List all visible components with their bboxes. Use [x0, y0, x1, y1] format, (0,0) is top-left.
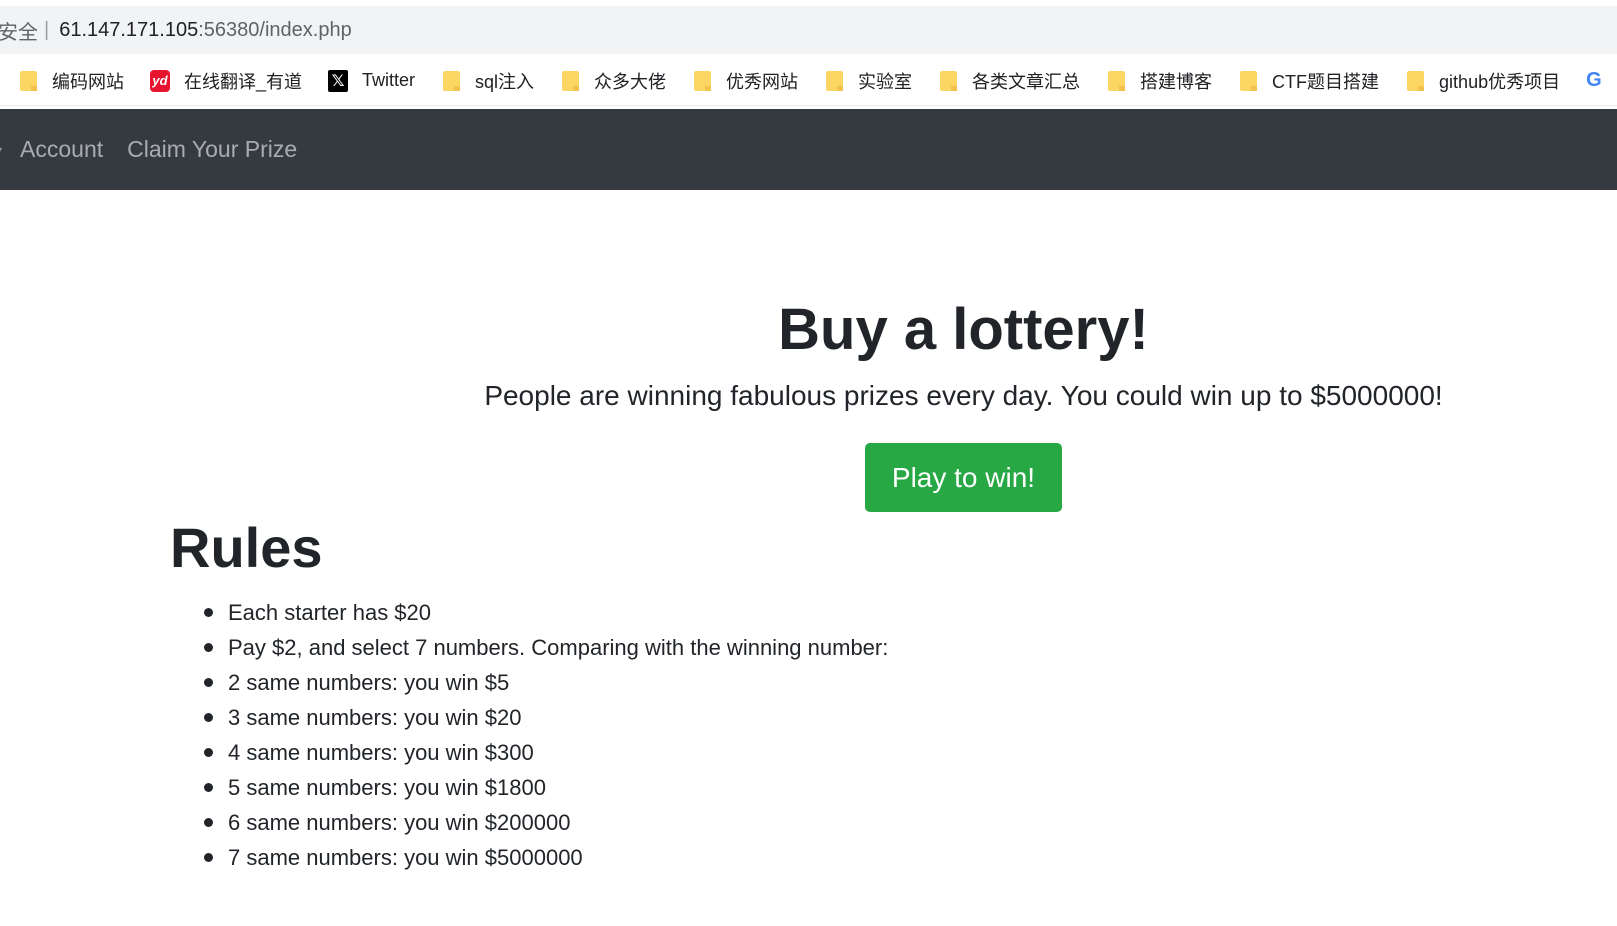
- bookmark-link[interactable]: yd 在线翻译_有道: [150, 65, 302, 97]
- bookmark-folder[interactable]: sql注入: [441, 65, 534, 97]
- google-icon: G: [1586, 69, 1602, 91]
- bookmark-folder[interactable]: 搭建博客: [1106, 65, 1212, 97]
- security-label[interactable]: 安全: [0, 16, 38, 45]
- address-separator: |: [44, 18, 50, 41]
- bookmark-label: Twitter: [362, 70, 416, 90]
- list-item: 7 same numbers: you win $5000000: [203, 840, 888, 875]
- rules-list: Each starter has $20 Pay $2, and select …: [203, 595, 888, 875]
- bookmark-label: 在线翻译_有道: [184, 71, 303, 92]
- folder-icon: [560, 70, 580, 91]
- bookmark-folder[interactable]: 编码网站: [18, 65, 124, 97]
- list-item: 3 same numbers: you win $20: [203, 700, 888, 735]
- folder-icon: [18, 70, 38, 91]
- bookmark-label: CTF题目搭建: [1272, 71, 1380, 92]
- page-title: Buy a lottery!: [778, 297, 1149, 362]
- bookmark-link[interactable]: 𝕏 Twitter: [328, 65, 415, 97]
- play-to-win-button[interactable]: Play to win!: [865, 443, 1062, 512]
- youdao-icon: yd: [150, 69, 170, 92]
- x-icon: 𝕏: [328, 69, 349, 92]
- bookmark-folder[interactable]: CTF题目搭建: [1238, 65, 1379, 97]
- nav-claim-prize[interactable]: Claim Your Prize: [127, 136, 297, 163]
- bookmark-label: 编码网站: [52, 71, 124, 92]
- hero-lead-text: People are winning fabulous prizes every…: [484, 380, 1443, 411]
- url-host[interactable]: 61.147.171.105: [59, 19, 198, 42]
- site-navbar: ▾ Account Claim Your Prize: [0, 109, 1617, 190]
- bookmark-label: 搭建博客: [1140, 71, 1213, 92]
- folder-icon: [824, 70, 844, 91]
- nav-account[interactable]: Account: [20, 136, 103, 163]
- list-item: Pay $2, and select 7 numbers. Comparing …: [203, 630, 888, 665]
- bookmark-label: sql注入: [475, 71, 535, 92]
- folder-icon: [441, 70, 461, 91]
- rules-heading: Rules: [170, 516, 323, 579]
- bookmarks-bar: 编码网站 yd 在线翻译_有道 𝕏 Twitter sql注入 众多大佬 优秀网…: [0, 56, 1617, 106]
- folder-icon: [1238, 70, 1258, 91]
- url-path[interactable]: :56380/index.php: [198, 19, 351, 42]
- bookmark-folder[interactable]: github优秀项目: [1405, 65, 1560, 97]
- folder-icon: [1106, 70, 1126, 91]
- bookmark-link[interactable]: G: [1586, 65, 1602, 97]
- list-item: 4 same numbers: you win $300: [203, 735, 888, 770]
- list-item: Each starter has $20: [203, 595, 888, 630]
- list-item: 2 same numbers: you win $5: [203, 665, 888, 700]
- folder-icon: [692, 70, 712, 91]
- bookmark-folder[interactable]: 众多大佬: [560, 65, 666, 97]
- caret-icon: ▾: [0, 143, 2, 157]
- bookmark-folder[interactable]: 各类文章汇总: [938, 65, 1080, 97]
- bookmark-folder[interactable]: 优秀网站: [692, 65, 798, 97]
- bookmark-label: github优秀项目: [1439, 71, 1561, 92]
- folder-icon: [1405, 70, 1425, 91]
- list-item: 5 same numbers: you win $1800: [203, 770, 888, 805]
- bookmark-label: 实验室: [858, 71, 913, 92]
- bookmark-label: 众多大佬: [594, 71, 667, 92]
- list-item: 6 same numbers: you win $200000: [203, 805, 888, 840]
- bookmark-folder[interactable]: 实验室: [824, 65, 912, 97]
- folder-icon: [938, 70, 958, 91]
- bookmark-label: 各类文章汇总: [972, 71, 1081, 92]
- address-bar[interactable]: 安全 | 61.147.171.105 :56380/index.php: [0, 6, 1617, 54]
- bookmark-label: 优秀网站: [726, 71, 799, 92]
